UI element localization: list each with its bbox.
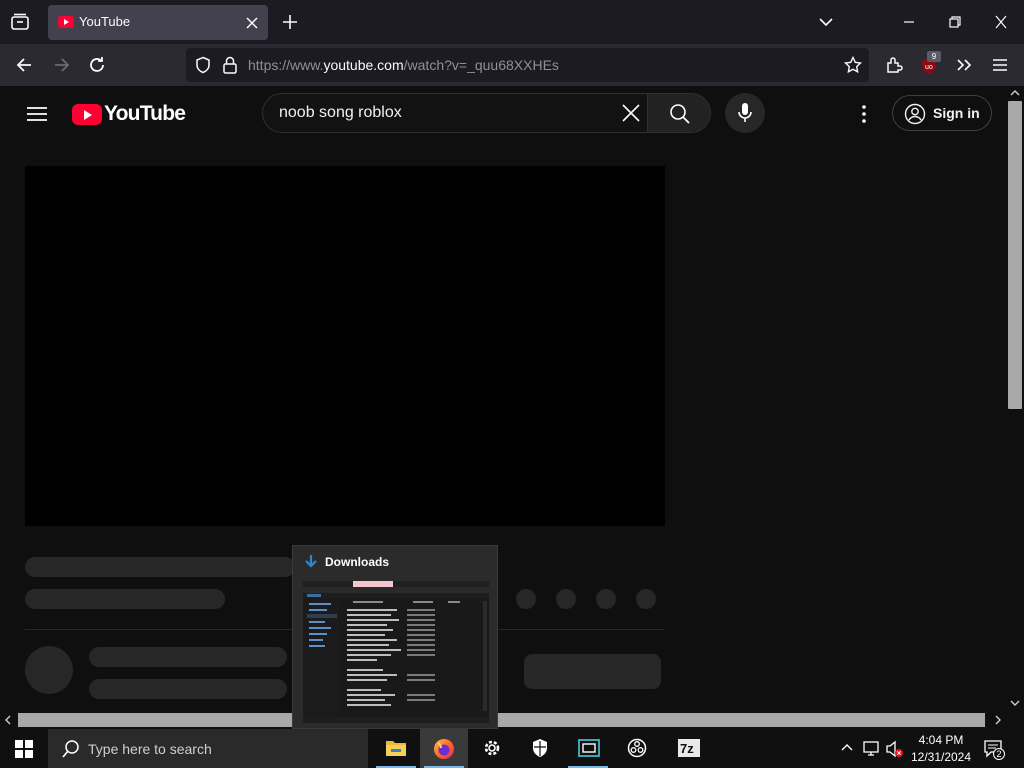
network-icon[interactable] [862,740,882,758]
youtube-favicon-icon [58,16,74,28]
clock-date[interactable]: 12/31/2024 [905,750,977,764]
list-all-tabs-chevron-icon[interactable] [818,15,834,29]
subtitle-skeleton [25,589,225,609]
subscribe-skeleton [524,654,661,689]
browser-navbar: https://www.youtube.com/watch?v=_quu68XX… [0,44,1024,131]
taskbar-obs[interactable] [612,729,660,768]
restore-window-icon[interactable] [947,15,963,29]
url-path: /watch?v=_quu68XXHEs [403,57,559,73]
bookmark-star-icon[interactable] [844,56,862,74]
browser-tabstrip: YouTube [0,0,1024,44]
voice-search-button[interactable] [725,93,765,133]
minimize-window-icon[interactable] [901,15,917,29]
forward-arrow-icon[interactable] [52,56,72,74]
sign-in-button[interactable]: Sign in [892,95,992,131]
tab-title: YouTube [79,14,131,29]
more-tools-chevrons-icon[interactable] [954,56,974,74]
downloads-preview-title: Downloads [325,555,390,569]
svg-text:uo: uo [925,64,933,71]
tab-close-icon[interactable] [244,15,260,31]
taskbar-search-icon [61,739,81,759]
downloads-window-thumbnail [303,581,489,723]
settings-more-vertical-icon[interactable] [856,104,872,124]
tracking-protection-shield-icon[interactable] [194,56,212,74]
download-arrow-icon [303,554,319,570]
show-hidden-icons-chevron-icon[interactable] [840,742,854,752]
taskbar-7zip[interactable]: 7z [660,729,708,768]
action-skeleton [516,589,536,609]
lock-icon[interactable] [222,56,238,74]
security-shield-icon [531,738,549,758]
clear-search-icon[interactable] [621,103,641,123]
notification-count: 2 [993,748,1005,760]
url-bar[interactable]: https://www.youtube.com/watch?v=_quu68XX… [186,48,869,82]
scroll-down-arrow-icon[interactable] [1010,699,1020,707]
title-skeleton [25,557,295,577]
clock-time[interactable]: 4:04 PM [905,733,977,747]
youtube-logo-icon[interactable] [72,104,102,125]
tab-youtube[interactable]: YouTube [48,5,268,40]
action-skeleton [556,589,576,609]
channel-name-skeleton [89,647,287,667]
downloads-window-preview[interactable]: Downloads [292,545,498,729]
taskbar-settings[interactable] [468,729,516,768]
youtube-page: YouTube noob song roblox Sign in [0,87,1006,711]
search-query-text: noob song roblox [279,104,402,121]
scroll-right-arrow-icon[interactable] [994,715,1002,725]
url-text[interactable]: https://www.youtube.com/watch?v=_quu68XX… [248,57,559,73]
vertical-scroll-thumb[interactable] [1008,101,1022,409]
url-prefix: https://www. [248,57,324,73]
obs-icon [627,738,647,758]
windows-taskbar: Type here to search 7z 4:04 PM 12/31/202… [0,729,1024,768]
guide-menu-icon[interactable] [26,106,48,122]
hamburger-menu-icon[interactable] [991,57,1009,73]
capture-app-icon [578,738,600,758]
account-circle-icon [904,103,926,125]
scroll-left-arrow-icon[interactable] [4,715,12,725]
settings-gear-icon [482,738,502,758]
url-host: youtube.com [323,57,404,73]
7zip-icon: 7z [678,739,700,757]
action-center-icon[interactable]: 2 [983,739,1007,761]
video-player[interactable] [25,166,665,526]
taskbar-windows-security[interactable] [516,729,564,768]
sign-in-label: Sign in [933,105,980,121]
action-skeleton [596,589,616,609]
channel-avatar-skeleton [25,646,73,694]
taskbar-file-explorer[interactable] [372,729,420,768]
extension-badge-count: 9 [927,51,941,62]
taskbar-capture-app[interactable] [564,729,612,768]
new-tab-icon[interactable] [281,13,299,31]
extensions-puzzle-icon[interactable] [884,55,904,75]
back-arrow-icon[interactable] [14,56,34,74]
horizontal-scroll-thumb[interactable] [18,713,985,727]
firefox-icon [432,737,456,761]
scroll-up-arrow-icon[interactable] [1010,89,1020,97]
youtube-logo-text[interactable]: YouTube [104,102,186,126]
action-skeleton [636,589,656,609]
search-input[interactable]: noob song roblox [262,93,648,133]
taskbar-search-placeholder: Type here to search [88,741,212,757]
reload-icon[interactable] [87,55,107,75]
taskbar-firefox[interactable] [420,729,468,768]
microphone-icon [737,102,753,124]
taskbar-search-box[interactable]: Type here to search [48,729,368,768]
close-window-icon[interactable] [993,15,1009,29]
search-button[interactable] [647,93,711,133]
tab-overview-icon[interactable] [10,12,30,32]
svg-text:7z: 7z [680,741,694,756]
search-icon [669,103,691,125]
channel-subs-skeleton [89,679,287,699]
windows-start-icon[interactable] [14,739,34,759]
volume-muted-icon[interactable] [885,740,905,758]
file-explorer-folder-icon [385,738,407,758]
